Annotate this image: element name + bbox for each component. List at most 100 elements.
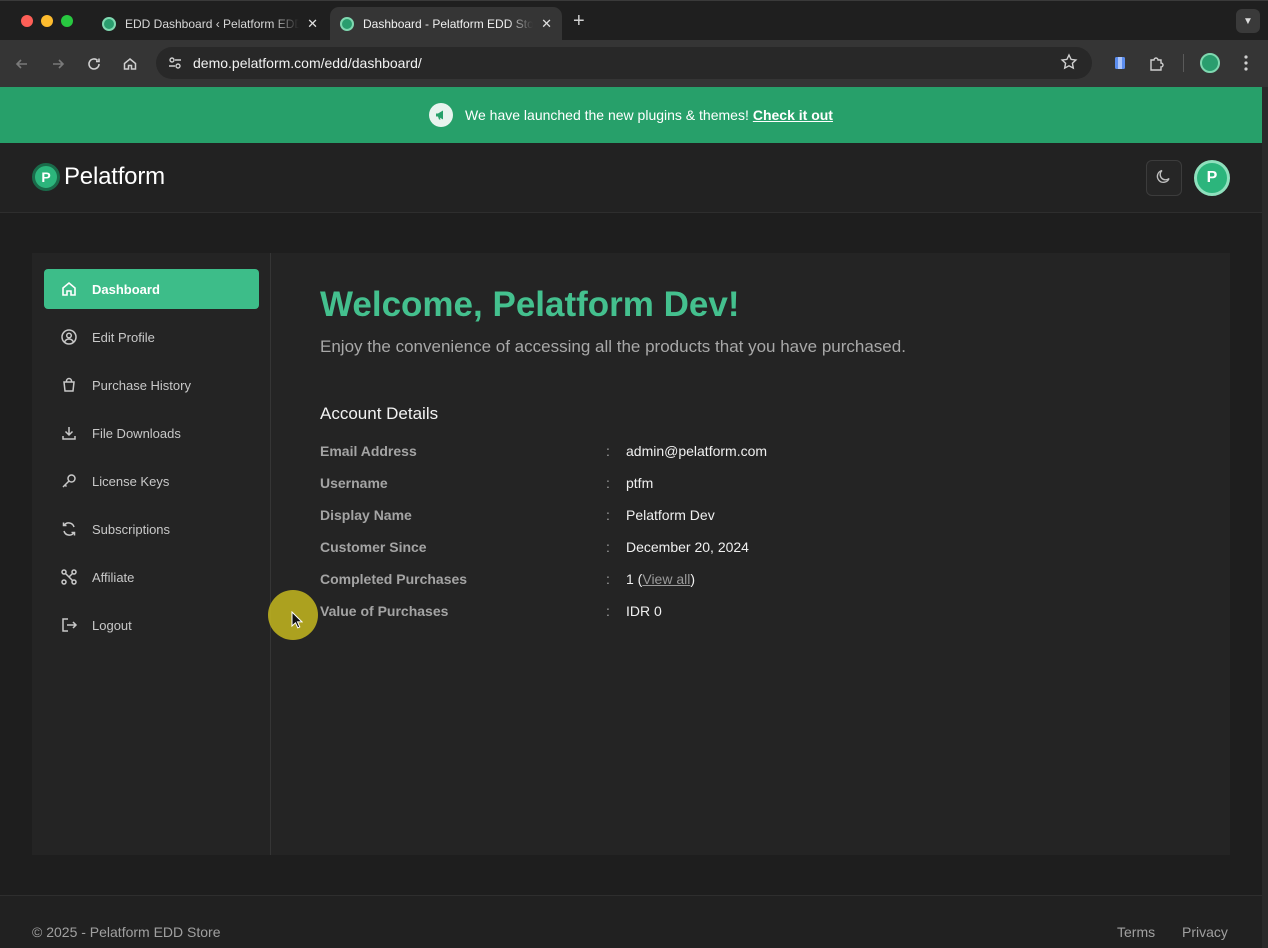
theme-toggle-button[interactable] — [1146, 160, 1182, 196]
account-row-customer-since: Customer Since : December 20, 2024 — [320, 539, 1020, 559]
row-label: Value of Purchases — [320, 603, 449, 619]
reload-icon[interactable] — [82, 52, 106, 76]
close-icon[interactable]: ✕ — [307, 16, 318, 32]
row-label: Email Address — [320, 443, 417, 459]
sidebar-item-label: Dashboard — [92, 281, 160, 297]
row-label: Completed Purchases — [320, 571, 468, 587]
sidebar-item-purchase-history[interactable]: Purchase History — [44, 365, 259, 405]
sidebar-item-label: Logout — [92, 617, 132, 633]
url-text: demo.pelatform.com/edd/dashboard/ — [193, 55, 422, 71]
arrow-right-icon[interactable] — [46, 52, 70, 76]
page-subtitle: Enjoy the convenience of accessing all t… — [320, 337, 906, 356]
row-separator: : — [606, 475, 610, 491]
dashboard-sidebar: Dashboard Edit Profile Purchase History … — [32, 253, 271, 855]
download-icon — [60, 424, 78, 442]
announcement-text: We have launched the new plugins & theme… — [465, 107, 749, 123]
key-icon — [60, 472, 78, 490]
row-separator: : — [606, 443, 610, 459]
maximize-window-button[interactable] — [61, 15, 73, 27]
star-icon[interactable] — [1060, 53, 1078, 76]
toolbar-divider — [1183, 54, 1184, 72]
terms-link[interactable]: Terms — [1117, 924, 1155, 940]
puzzle-icon[interactable] — [1147, 53, 1167, 73]
row-value: Pelatform Dev — [626, 507, 715, 523]
row-label: Display Name — [320, 507, 412, 523]
account-details-heading: Account Details — [320, 404, 439, 423]
browser-tab-edd-dashboard[interactable]: EDD Dashboard ‹ Pelatform EDD Store ✕ — [92, 7, 328, 41]
copyright-text: © 2025 - Pelatform EDD Store — [32, 924, 221, 940]
account-row-username: Username : ptfm — [320, 475, 1020, 495]
sidebar-item-dashboard[interactable]: Dashboard — [44, 269, 259, 309]
account-row-value-of-purchases: Value of Purchases : IDR 0 — [320, 603, 1020, 623]
row-separator: : — [606, 539, 610, 555]
dashboard-panel: Dashboard Edit Profile Purchase History … — [32, 253, 1230, 855]
home-icon — [60, 280, 78, 298]
row-separator: : — [606, 507, 610, 523]
account-row-display-name: Display Name : Pelatform Dev — [320, 507, 1020, 527]
address-bar[interactable]: demo.pelatform.com/edd/dashboard/ — [156, 47, 1092, 79]
arrow-left-icon[interactable] — [10, 52, 34, 76]
logo-text: Pelatform — [64, 163, 165, 190]
sidebar-item-edit-profile[interactable]: Edit Profile — [44, 317, 259, 357]
close-window-button[interactable] — [21, 15, 33, 27]
page-title: Welcome, Pelatform Dev! — [320, 285, 740, 324]
sidebar-item-logout[interactable]: Logout — [44, 605, 259, 645]
bookmark-extension-icon[interactable] — [1110, 53, 1130, 73]
logout-icon — [60, 616, 78, 634]
close-icon[interactable]: ✕ — [541, 16, 552, 32]
account-row-email: Email Address : admin@pelatform.com — [320, 443, 1020, 463]
moon-icon — [1155, 167, 1173, 190]
window-edge — [1262, 87, 1268, 948]
sidebar-item-label: Affiliate — [92, 569, 135, 585]
tab-title: Dashboard - Pelatform EDD Store — [363, 17, 534, 31]
site-favicon-icon — [102, 17, 116, 31]
announcement-bar: We have launched the new plugins & theme… — [0, 87, 1262, 143]
site-header: P Pelatform P — [0, 143, 1262, 213]
view-all-link[interactable]: View all — [642, 571, 690, 587]
shopping-bag-icon — [60, 376, 78, 394]
sidebar-item-label: Edit Profile — [92, 329, 155, 345]
row-separator: : — [606, 603, 610, 619]
sidebar-item-affiliate[interactable]: Affiliate — [44, 557, 259, 597]
tab-title: EDD Dashboard ‹ Pelatform EDD Store — [125, 17, 300, 31]
megaphone-icon — [429, 103, 454, 127]
row-separator: : — [606, 571, 610, 587]
sidebar-item-label: License Keys — [92, 473, 170, 489]
sidebar-item-subscriptions[interactable]: Subscriptions — [44, 509, 259, 549]
site-favicon-icon — [340, 17, 354, 31]
site-logo[interactable]: P Pelatform — [32, 163, 165, 191]
account-row-completed-purchases: Completed Purchases : 1 (View all) — [320, 571, 1020, 591]
share-nodes-icon — [60, 568, 78, 586]
user-circle-icon — [60, 328, 78, 346]
purchase-count: 1 — [626, 571, 634, 587]
sidebar-item-label: File Downloads — [92, 425, 181, 441]
profile-icon[interactable] — [1200, 53, 1220, 73]
sidebar-item-license-keys[interactable]: License Keys — [44, 461, 259, 501]
chevron-down-icon[interactable]: ▼ — [1236, 9, 1260, 33]
refresh-icon — [60, 520, 78, 538]
sidebar-item-label: Purchase History — [92, 377, 191, 393]
pelatform-logo-icon: P — [32, 163, 60, 191]
browser-tab-dashboard[interactable]: Dashboard - Pelatform EDD Store ✕ — [330, 7, 562, 41]
browser-tab-bar: EDD Dashboard ‹ Pelatform EDD Store ✕ Da… — [0, 0, 1268, 41]
row-label: Username — [320, 475, 388, 491]
plus-icon[interactable]: + — [573, 10, 585, 33]
browser-toolbar: demo.pelatform.com/edd/dashboard/ — [0, 40, 1268, 87]
check-it-out-link[interactable]: Check it out — [753, 107, 833, 123]
user-avatar[interactable]: P — [1194, 160, 1230, 196]
kebab-menu-icon[interactable] — [1236, 53, 1256, 73]
minimize-window-button[interactable] — [41, 15, 53, 27]
row-value: IDR 0 — [626, 603, 662, 619]
row-value: admin@pelatform.com — [626, 443, 768, 459]
sidebar-item-label: Subscriptions — [92, 521, 171, 537]
site-footer: © 2025 - Pelatform EDD Store Terms Priva… — [0, 895, 1262, 948]
tune-icon[interactable] — [166, 54, 184, 72]
row-value: 1 (View all) — [626, 571, 696, 587]
row-value: December 20, 2024 — [626, 539, 749, 555]
row-value: ptfm — [626, 475, 654, 491]
home-icon[interactable] — [118, 52, 142, 76]
privacy-link[interactable]: Privacy — [1182, 924, 1228, 940]
mouse-pointer-icon — [291, 610, 304, 634]
sidebar-item-file-downloads[interactable]: File Downloads — [44, 413, 259, 453]
row-label: Customer Since — [320, 539, 427, 555]
